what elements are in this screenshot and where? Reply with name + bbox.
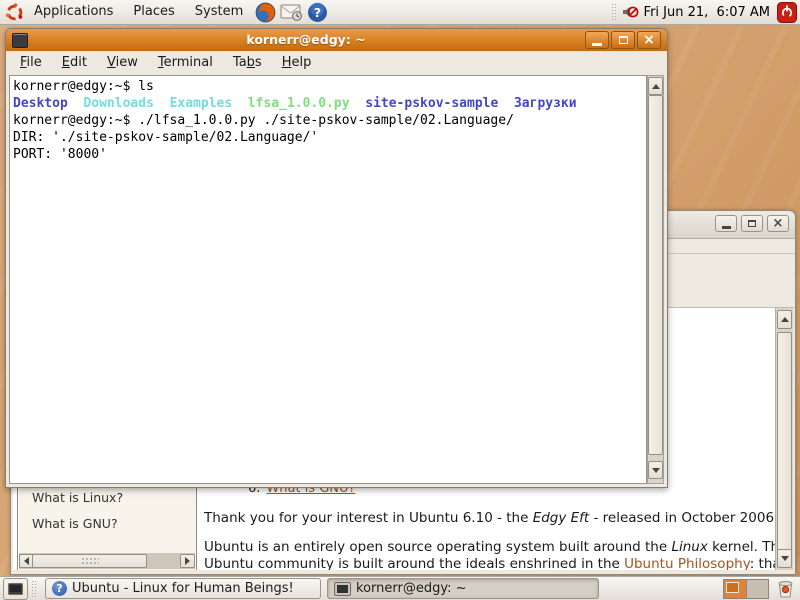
taskbar-buttons: ? Ubuntu - Linux for Human Beings! kornerr…	[45, 578, 599, 599]
show-desktop-button[interactable]	[3, 578, 28, 600]
terminal-menu-tabs[interactable]: Tabs	[223, 51, 272, 75]
show-desktop-icon	[8, 583, 23, 595]
help-icon: ?	[52, 581, 67, 596]
panel-drag-handle[interactable]	[611, 3, 618, 21]
browser-minimize-button[interactable]	[715, 215, 737, 232]
browser-close-button[interactable]: ×	[767, 215, 789, 232]
evolution-mail-icon[interactable]	[280, 3, 303, 22]
panel-menus: ApplicationsPlacesSystem	[24, 0, 253, 24]
terminal-scroll-up-button[interactable]	[648, 77, 663, 95]
terminal-scroll-down-button[interactable]	[648, 461, 663, 479]
help-launcher-icon[interactable]: ?	[307, 2, 328, 23]
power-button[interactable]	[777, 2, 797, 23]
firefox-launcher-icon[interactable]	[255, 2, 276, 23]
clock[interactable]: Fri Jun 21, 6:07 AM	[644, 5, 770, 20]
horizontal-scrollbar-thumb[interactable]	[32, 554, 147, 568]
top-panel: ApplicationsPlacesSystem	[0, 0, 800, 25]
workspace-1[interactable]	[724, 580, 746, 598]
terminal-menu-edit[interactable]: Edit	[52, 51, 97, 75]
browser-paragraph-2-line-1: Ubuntu is an entirely open source operat…	[204, 539, 787, 556]
svg-text:?: ?	[314, 5, 321, 20]
terminal-menu-help[interactable]: Help	[272, 51, 322, 75]
vertical-scrollbar-thumb[interactable]	[777, 332, 792, 552]
workspace-2[interactable]	[746, 580, 768, 598]
volume-muted-icon[interactable]	[621, 3, 639, 21]
terminal-minimize-button[interactable]	[585, 31, 609, 49]
task-button-ubuntu-linux-for-human-beings[interactable]: ? Ubuntu - Linux for Human Beings!	[45, 578, 321, 599]
terminal-line-3: kornerr@edgy:~$ ./lfsa_1.0.0.py ./site-p…	[13, 112, 646, 129]
link-ubuntu-philosophy[interactable]: Ubuntu Philosophy	[624, 556, 750, 570]
taskbar: ? Ubuntu - Linux for Human Beings! kornerr…	[0, 576, 800, 600]
menu-system[interactable]: System	[185, 0, 253, 24]
toc-link-what-is-linux[interactable]: What is Linux?	[32, 490, 123, 505]
terminal-line-1: kornerr@edgy:~$ ls	[13, 78, 646, 95]
browser-paragraph-2-line-2: Ubuntu community is built around the ide…	[204, 556, 786, 570]
browser-paragraph-1: Thank you for your interest in Ubuntu 6.…	[204, 510, 778, 527]
scroll-right-button[interactable]	[180, 554, 195, 568]
terminal-close-button[interactable]: ×	[637, 31, 661, 49]
ubuntu-logo-icon	[5, 3, 24, 22]
menu-applications[interactable]: Applications	[24, 0, 123, 24]
toc-horizontal-scrollbar[interactable]	[19, 553, 195, 569]
desktop: × What is Linux?What is GNU? 6.What is G…	[0, 0, 800, 600]
browser-maximize-button[interactable]	[741, 215, 763, 232]
terminal-titlebar[interactable]: kornerr@edgy: ~ ×	[6, 29, 667, 51]
menu-places[interactable]: Places	[123, 0, 184, 24]
trash-icon[interactable]	[776, 579, 795, 598]
scroll-up-button[interactable]	[777, 310, 792, 329]
workspace-switcher	[723, 579, 769, 599]
terminal-line-5: PORT: '8000'	[13, 146, 646, 163]
task-button-kornerr-edgy[interactable]: kornerr@edgy: ~	[327, 578, 599, 599]
terminal-screen[interactable]: kornerr@edgy:~$ lsDesktop Downloads Exam…	[9, 75, 647, 484]
taskbar-drag-handle[interactable]	[31, 580, 38, 598]
terminal-scrollbar-thumb[interactable]	[648, 95, 663, 455]
terminal-line-2: Desktop Downloads Examples lfsa_1.0.0.py…	[13, 95, 646, 112]
terminal-title: kornerr@edgy: ~	[30, 29, 582, 51]
terminal-menu-terminal[interactable]: Terminal	[148, 51, 223, 75]
terminal-window: kornerr@edgy: ~ × FileEditViewTerminalTa…	[5, 28, 668, 488]
terminal-maximize-button[interactable]	[611, 31, 635, 49]
terminal-icon	[334, 582, 351, 596]
scroll-down-button[interactable]	[777, 549, 792, 568]
terminal-line-4: DIR: './site-pskov-sample/02.Language/'	[13, 129, 646, 146]
toc-link-what-is-gnu[interactable]: What is GNU?	[32, 516, 118, 531]
task-button-label: kornerr@edgy: ~	[356, 581, 467, 596]
terminal-menu-file[interactable]: File	[10, 51, 52, 75]
terminal-window-icon	[12, 33, 28, 48]
terminal-menu-view[interactable]: View	[97, 51, 148, 75]
terminal-menubar: FileEditViewTerminalTabsHelp	[6, 51, 667, 75]
task-button-label: Ubuntu - Linux for Human Beings!	[72, 581, 294, 596]
browser-vertical-scrollbar[interactable]	[775, 308, 793, 570]
panel-launchers: ?	[253, 2, 330, 23]
terminal-scrollbar[interactable]	[647, 75, 664, 484]
